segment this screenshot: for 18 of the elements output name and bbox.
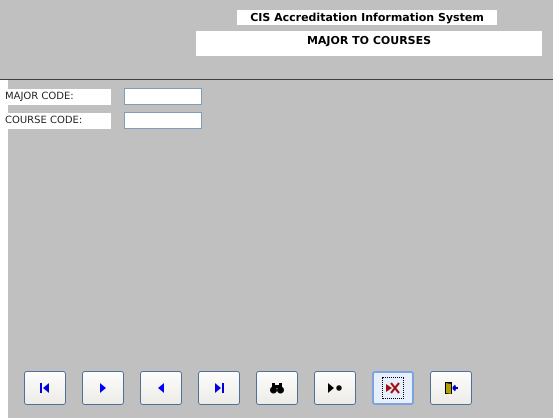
field-label: COURSE CODE:: [5, 112, 111, 128]
toolbar-button[interactable]: [140, 371, 182, 405]
toolbar-button[interactable]: [372, 371, 414, 405]
toolbar-button[interactable]: [24, 371, 66, 405]
toolbar-button[interactable]: [314, 371, 356, 405]
input-field[interactable]: [124, 112, 202, 129]
toolbar-button[interactable]: [430, 371, 472, 405]
play-asterisk-icon: [327, 380, 343, 396]
form-title: MAJOR TO COURSES: [196, 31, 542, 56]
field-label: MAJOR CODE:: [5, 88, 111, 104]
door-exit-icon: [443, 380, 459, 396]
delete-record-icon: [385, 380, 401, 396]
binoculars-icon: [269, 380, 285, 396]
system-title: CIS Accreditation Information System: [237, 10, 497, 25]
toolbar-button[interactable]: [82, 371, 124, 405]
input-field[interactable]: [124, 88, 202, 105]
toolbar-button[interactable]: [256, 371, 298, 405]
toolbar-button[interactable]: [198, 371, 240, 405]
